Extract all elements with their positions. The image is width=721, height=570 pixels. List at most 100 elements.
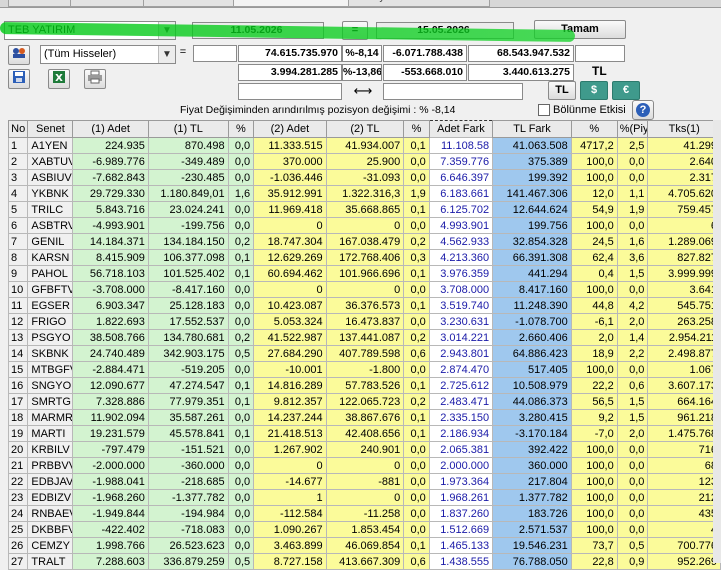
tab-1[interactable]: Kurum: [70, 0, 152, 7]
table-row[interactable]: 13 PSGYO 38.508.766 134.780.681 0,2 41.522.98…: [7, 329, 721, 346]
column-header-no[interactable]: No: [7, 120, 29, 138]
column-header-pct-fark[interactable]: %: [570, 120, 618, 138]
column-header-tks1[interactable]: Tks(1): [647, 120, 721, 138]
table-row[interactable]: 22 EDBJAV -1.988.041 -218.685 0,0 -14.677 -881…: [7, 473, 721, 490]
column-header-tl2[interactable]: (2) TL: [325, 120, 405, 138]
cell-tl-fark: 44.086.373: [492, 393, 572, 410]
column-header-adet-fark[interactable]: Adet Fark: [428, 120, 494, 138]
cell-adet2: -112.584: [253, 505, 327, 522]
currency-tl-button[interactable]: TL: [548, 81, 576, 100]
table-row[interactable]: 7 GENIL 14.184.371 134.184.150 0,2 18.747.304…: [7, 233, 721, 250]
currency-eur-button[interactable]: €: [612, 81, 640, 100]
input-b[interactable]: [383, 83, 523, 100]
table-row[interactable]: 4 YKBNK 29.729.330 1.180.849,01 1,6 35.912.99…: [7, 185, 721, 202]
vertical-scrollbar[interactable]: [713, 120, 721, 563]
table-row[interactable]: 17 SMRTG 7.328.886 77.979.351 0,1 9.812.357 12…: [7, 393, 721, 410]
equals-button[interactable]: =: [342, 21, 368, 40]
table-row[interactable]: 2 XABTUV -6.989.776 -349.489 0,0 370.000 25.90…: [7, 153, 721, 170]
stock-filter-value: (Tüm Hisseler): [44, 48, 117, 60]
table-row[interactable]: 18 MARMR 11.902.094 35.587.261 0,0 14.237.244…: [7, 409, 721, 426]
tab-4[interactable]: Pozisyon Takibi: [348, 0, 490, 7]
column-header-symbol[interactable]: Senet: [27, 120, 74, 138]
table-row[interactable]: 20 KRBILV -797.479 -151.521 0,0 1.267.902 240.…: [7, 441, 721, 458]
cell-tl1: -218.685: [147, 473, 229, 490]
printer-icon[interactable]: [84, 69, 106, 89]
cell-pct-piy: 0,0: [616, 281, 649, 298]
table-row[interactable]: 10 GFBFTV -3.708.000 -8.417.160 0,0 0 0 0,0 3.70…: [7, 281, 721, 298]
cell-tl1: 47.274.547: [147, 377, 229, 394]
cell-pct2: 0,1: [403, 265, 430, 282]
stock-filter-select[interactable]: (Tüm Hisseler) ▼: [40, 45, 176, 64]
table-row[interactable]: 23 EDBIZV -1.968.260 -1.377.782 0,0 1 0 0,0 1.96…: [7, 489, 721, 506]
table-row[interactable]: 27 TRALT 7.288.603 336.879.259 0,5 8.727.158 4…: [7, 553, 721, 570]
cell-tl1: -1.377.782: [147, 489, 229, 506]
cell-tl1: 17.552.537: [147, 313, 229, 330]
table-row[interactable]: 5 TRILC 5.843.716 23.024.241 0,0 11.969.418 35…: [7, 201, 721, 218]
cell-tl2: 413.667.309: [325, 553, 405, 570]
table-row[interactable]: 11 EGSER 6.903.347 25.128.183 0,0 10.423.087 3…: [7, 297, 721, 314]
table-row[interactable]: 6 ASBTRV -4.993.901 -199.756 0,0 0 0 0,0 4.993.9…: [7, 217, 721, 234]
table-row[interactable]: 15 MTBGFV -2.884.471 -519.205 0,0 -10.001 -1.8…: [7, 361, 721, 378]
cell-tks1: 123: [647, 473, 721, 490]
broker-select[interactable]: TEB YATIRIM ▼: [4, 21, 176, 40]
extra-field[interactable]: [575, 45, 625, 62]
table-row[interactable]: 1 A1YEN 224.935 870.498 0,0 11.333.515 41.934.…: [7, 137, 721, 154]
end-date-field[interactable]: 15.05.2026: [376, 22, 514, 39]
cell-pct-piy: 1,1: [616, 185, 649, 202]
cell-symbol: CEMZY: [27, 537, 74, 554]
input-a[interactable]: [238, 83, 342, 100]
blank-field[interactable]: [193, 45, 237, 62]
cell-tl2: 38.867.676: [325, 409, 405, 426]
table-row[interactable]: 14 SKBNK 24.740.489 342.903.175 0,5 27.684.29…: [7, 345, 721, 362]
column-header-adet2[interactable]: (2) Adet: [253, 120, 327, 138]
table-row[interactable]: 21 PRBBVV -2.000.000 -360.000 0,0 0 0 0,0 2.000.…: [7, 457, 721, 474]
cell-pct2: 0,1: [403, 537, 430, 554]
cell-no: 4: [7, 185, 29, 202]
cell-tl1: 26.523.623: [147, 537, 229, 554]
swap-arrows-icon[interactable]: ⟷: [348, 83, 378, 99]
help-button[interactable]: ?: [632, 100, 654, 120]
table-row[interactable]: 24 RNBAEV -1.949.844 -194.984 0,0 -112.584 -11…: [7, 505, 721, 522]
currency-usd-button[interactable]: $: [580, 81, 608, 100]
table-row[interactable]: 25 DKBBFV -422.402 -718.083 0,0 1.090.267 1.85…: [7, 521, 721, 538]
table-row[interactable]: 9 PAHOL 56.718.103 101.525.402 0,1 60.694.462…: [7, 265, 721, 282]
tab-3[interactable]: Kurum-Tahmin: [233, 0, 357, 7]
cell-tks1: 41.299: [647, 137, 721, 154]
table-row[interactable]: 26 CEMZY 1.998.766 26.523.623 0,0 3.463.899 46…: [7, 537, 721, 554]
cell-tks1: 435: [647, 505, 721, 522]
cell-adet2: 11.969.418: [253, 201, 327, 218]
table-row[interactable]: 12 FRIGO 1.822.693 17.552.537 0,0 5.053.324 16…: [7, 313, 721, 330]
cell-pct1: 1,6: [227, 185, 255, 202]
cell-tl-fark: 8.417.160: [492, 281, 572, 298]
column-header-tl-fark[interactable]: TL Fark: [492, 120, 572, 138]
save-icon[interactable]: [8, 69, 30, 89]
tab-2[interactable]: Hisse-Tahmin: [143, 0, 242, 7]
cell-pct-fark: -6,1: [570, 313, 618, 330]
table-row[interactable]: 16 SNGYO 12.090.677 47.274.547 0,1 14.816.289…: [7, 377, 721, 394]
tab-strip: HisseKurumHisse-TahminKurum-TahminPozisy…: [0, 0, 721, 8]
group-icon[interactable]: [8, 45, 30, 65]
column-header-pct1[interactable]: %: [227, 120, 255, 138]
start-date-field[interactable]: 11.05.2026: [192, 22, 324, 39]
cell-tl-fark: 141.467.306: [492, 185, 572, 202]
cell-tl-fark: 3.280.415: [492, 409, 572, 426]
column-header-pct-piy[interactable]: %(Piy: [616, 120, 649, 138]
cell-adet1: 7.328.886: [72, 393, 149, 410]
table-row[interactable]: 8 KARSN 8.415.909 106.377.098 0,1 12.629.269 1…: [7, 249, 721, 266]
excel-icon[interactable]: X: [48, 69, 70, 89]
chevron-down-icon[interactable]: ▼: [158, 22, 175, 39]
ok-button[interactable]: Tamam: [534, 20, 626, 39]
cell-adet2: 11.333.515: [253, 137, 327, 154]
cell-tks1: 827.827: [647, 249, 721, 266]
cell-pct1: 0,0: [227, 313, 255, 330]
column-header-adet1[interactable]: (1) Adet: [72, 120, 149, 138]
split-effect-checkbox[interactable]: [538, 104, 550, 116]
column-header-tl1[interactable]: (1) TL: [147, 120, 229, 138]
cell-adet-fark: 1.512.669: [428, 521, 494, 538]
table-row[interactable]: 19 MARTI 19.231.579 45.578.841 0,1 21.418.513…: [7, 425, 721, 442]
chevron-down-icon[interactable]: ▼: [158, 46, 175, 63]
column-header-pct2[interactable]: %: [403, 120, 430, 138]
table-row[interactable]: 3 ASBIUV -7.682.843 -230.485 0,0 -1.036.446 -3…: [7, 169, 721, 186]
cell-adet1: 38.508.766: [72, 329, 149, 346]
cell-pct-piy: 0,0: [616, 441, 649, 458]
